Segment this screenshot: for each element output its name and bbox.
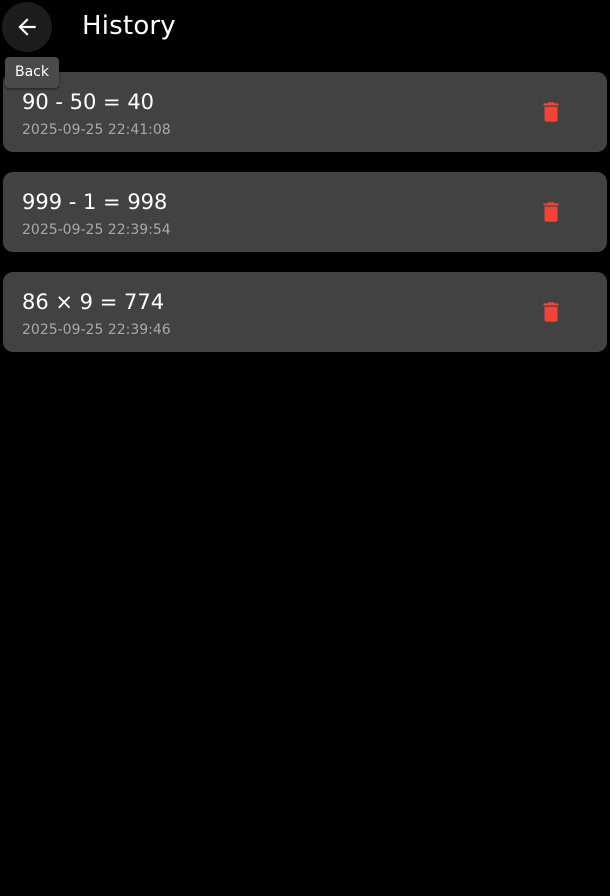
history-expression: 999 - 1 = 998 — [22, 190, 168, 214]
page-title: History — [82, 11, 176, 41]
delete-button[interactable] — [531, 92, 571, 132]
trash-icon — [538, 299, 564, 325]
arrow-left-icon — [14, 14, 40, 40]
trash-icon — [538, 199, 564, 225]
back-tooltip: Back — [5, 57, 59, 88]
history-timestamp: 2025-09-25 22:39:54 — [22, 222, 171, 238]
back-button[interactable] — [2, 2, 52, 52]
delete-button[interactable] — [531, 292, 571, 332]
trash-icon — [538, 99, 564, 125]
history-expression: 86 × 9 = 774 — [22, 290, 165, 314]
delete-button[interactable] — [531, 192, 571, 232]
app-bar: History — [0, 0, 610, 54]
history-expression: 90 - 50 = 40 — [22, 90, 155, 114]
history-list: 90 - 50 = 40 2025-09-25 22:41:08 999 - 1… — [3, 72, 607, 372]
history-item[interactable]: 999 - 1 = 998 2025-09-25 22:39:54 — [3, 172, 607, 252]
history-item[interactable]: 90 - 50 = 40 2025-09-25 22:41:08 — [3, 72, 607, 152]
history-timestamp: 2025-09-25 22:41:08 — [22, 122, 171, 138]
history-screen: History Back 90 - 50 = 40 2025-09-25 22:… — [0, 0, 610, 896]
history-timestamp: 2025-09-25 22:39:46 — [22, 322, 171, 338]
history-item[interactable]: 86 × 9 = 774 2025-09-25 22:39:46 — [3, 272, 607, 352]
